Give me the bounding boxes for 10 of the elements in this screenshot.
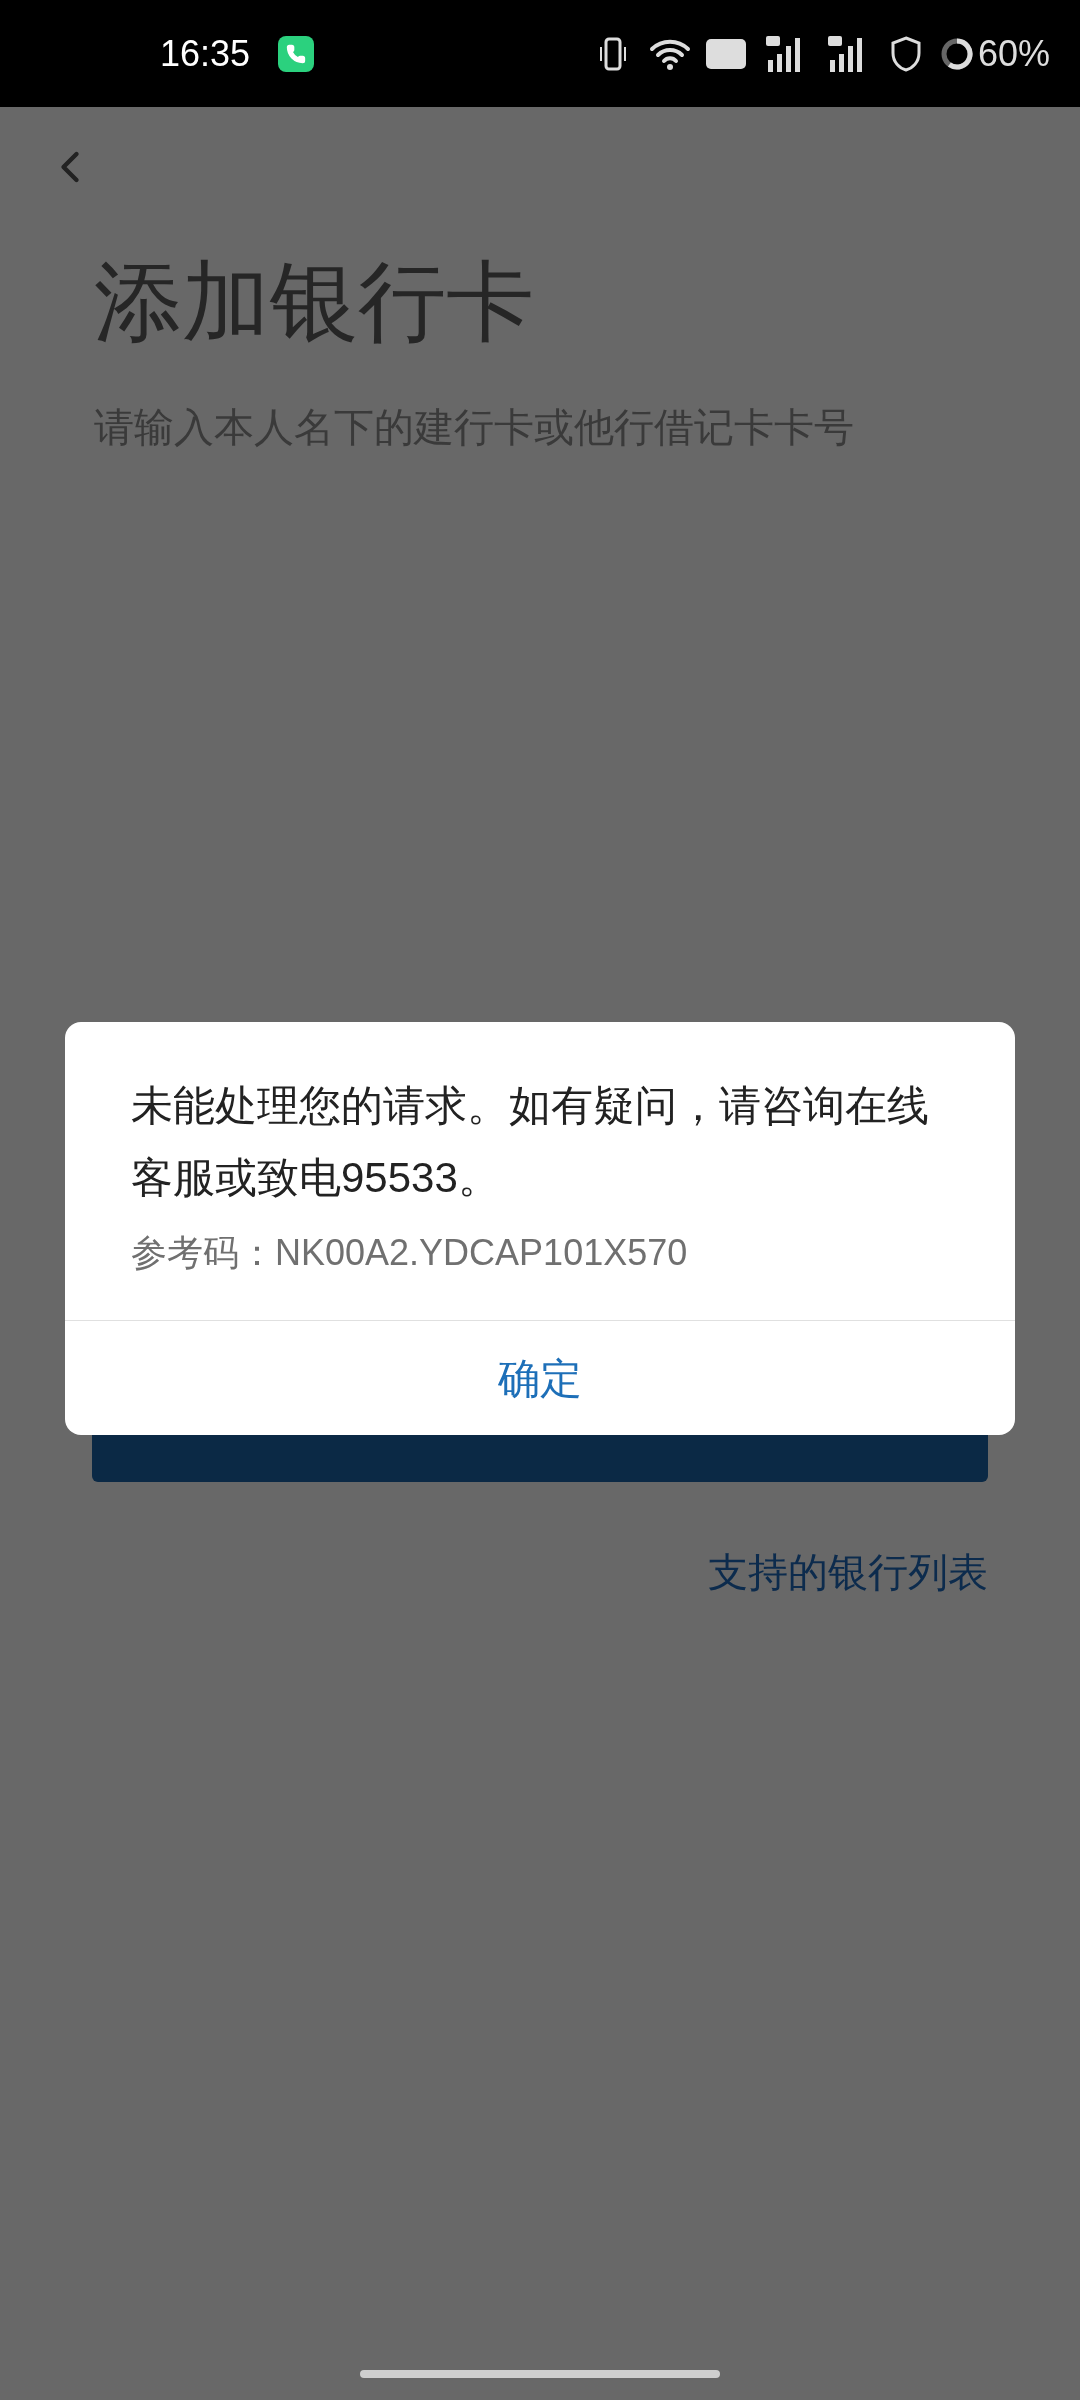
- dialog-message: 未能处理您的请求。如有疑问，请咨询在线客服或致电95533。: [130, 1081, 930, 1203]
- page-title: 添加银行卡: [94, 251, 534, 353]
- status-time: 16:35: [160, 31, 251, 76]
- battery-ring-icon: [939, 36, 974, 71]
- vibrate-icon: [597, 36, 628, 71]
- confirm-button[interactable]: 确定: [65, 1321, 1015, 1435]
- battery-level: 60%: [977, 31, 1050, 76]
- call-icon: [278, 35, 315, 72]
- shield-icon: [889, 35, 922, 72]
- reference-code: 参考码：NK00A2.YDCAP101X570: [130, 1231, 689, 1275]
